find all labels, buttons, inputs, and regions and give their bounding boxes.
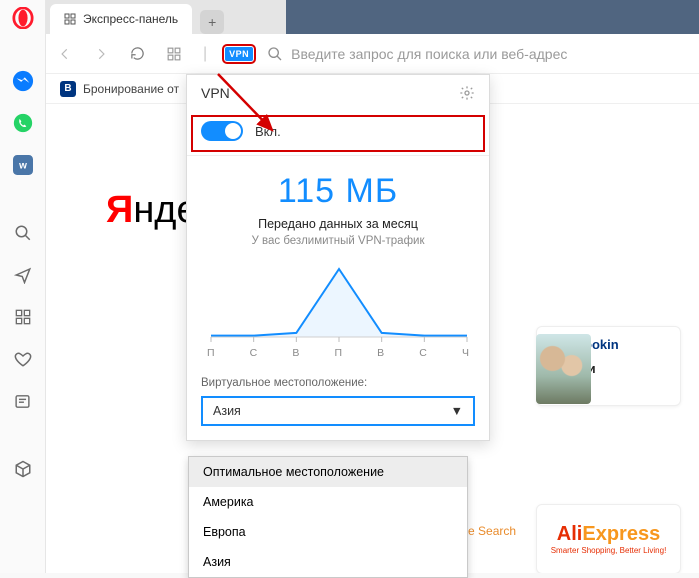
vpn-location-option[interactable]: Оптимальное местоположение xyxy=(189,457,467,487)
svg-text:w: w xyxy=(18,160,27,171)
search-field[interactable]: Введите запрос для поиска или веб-адрес xyxy=(267,46,691,62)
forward-button[interactable] xyxy=(90,43,112,65)
vpn-usage-note: У вас безлимитный VPN-трафик xyxy=(201,235,475,247)
vpn-location-label: Виртуальное местоположение: xyxy=(201,377,475,389)
search-placeholder: Введите запрос для поиска или веб-адрес xyxy=(291,46,567,62)
aliexpress-logo: AliExpress xyxy=(557,523,660,546)
yandex-logo: ЯЯнденде xyxy=(106,189,198,232)
reload-button[interactable] xyxy=(126,42,149,65)
grid-icon xyxy=(64,13,76,25)
opera-logo xyxy=(11,6,35,30)
flow-icon[interactable] xyxy=(10,262,36,288)
divider: | xyxy=(199,41,211,67)
vpn-badge[interactable]: VPN xyxy=(225,47,253,61)
left-sidebar: w xyxy=(0,0,46,573)
vpn-toggle[interactable] xyxy=(201,121,243,141)
active-tab[interactable]: Экспресс-панель xyxy=(50,4,192,34)
heart-icon[interactable] xyxy=(10,346,36,372)
gear-icon[interactable] xyxy=(459,85,475,101)
bookmark-label[interactable]: Бронирование от xyxy=(83,82,179,96)
speed-dial-icon[interactable] xyxy=(10,304,36,330)
vpn-usage-value: 115 МБ xyxy=(201,172,475,211)
vpn-location-selected: Азия xyxy=(213,404,241,418)
back-button[interactable] xyxy=(54,43,76,65)
search-icon[interactable] xyxy=(10,220,36,246)
vpn-toggle-row: Вкл. xyxy=(187,111,489,156)
vpn-location-option[interactable]: Европа xyxy=(189,517,467,547)
news-icon[interactable] xyxy=(10,388,36,414)
vpn-location-dropdown: Оптимальное местоположениеАмерикаЕвропаА… xyxy=(188,456,468,578)
grid-button[interactable] xyxy=(163,43,185,65)
vk-icon[interactable]: w xyxy=(10,152,36,178)
cube-icon[interactable] xyxy=(10,456,36,482)
vpn-location-option[interactable]: Америка xyxy=(189,487,467,517)
whatsapp-icon[interactable] xyxy=(10,110,36,136)
vpn-popup: VPN Вкл. 115 МБ Передано данных за месяц… xyxy=(186,74,490,441)
chevron-down-icon: ▼ xyxy=(451,404,463,418)
new-tab-button[interactable]: + xyxy=(200,10,224,34)
tab-bar: Экспресс-панель + xyxy=(46,0,699,34)
vpn-toggle-label: Вкл. xyxy=(255,124,281,139)
vpn-chart: ПСВПВСЧ xyxy=(187,253,489,369)
thumbnail-image xyxy=(536,334,591,404)
aliexpress-card[interactable]: AliExpress Smarter Shopping, Better Livi… xyxy=(536,504,681,573)
booking-favicon: B xyxy=(60,81,76,97)
aliexpress-tagline: Smarter Shopping, Better Living! xyxy=(551,546,667,555)
vpn-popup-title: VPN xyxy=(201,85,230,101)
messenger-icon[interactable] xyxy=(10,68,36,94)
tab-title: Экспресс-панель xyxy=(83,12,178,26)
vpn-location-select[interactable]: Азия ▼ xyxy=(201,396,475,426)
vpn-usage-sub: Передано данных за месяц xyxy=(201,217,475,231)
address-bar: | VPN Введите запрос для поиска или веб-… xyxy=(46,34,699,74)
search-icon xyxy=(267,46,283,62)
